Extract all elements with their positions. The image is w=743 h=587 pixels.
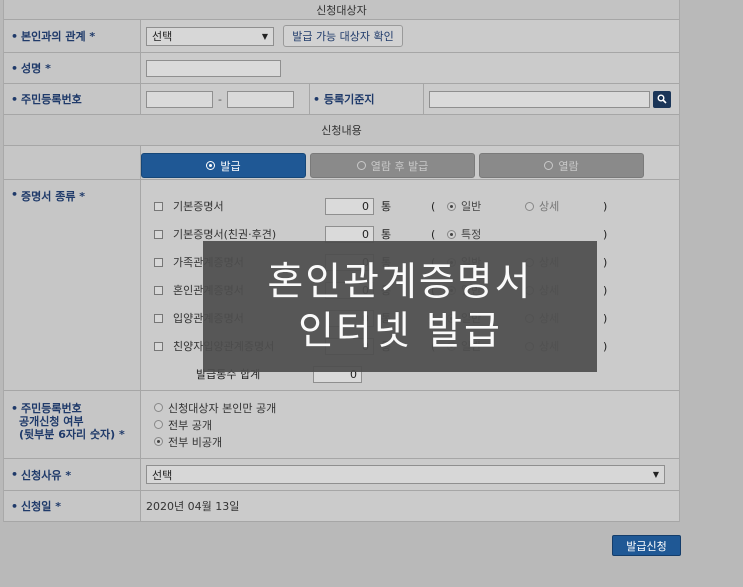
name-row: • 성명 * — [4, 53, 679, 84]
radio-icon — [356, 161, 366, 170]
rrn-row: • 주민등록번호 - • 등록기준지 — [4, 83, 679, 115]
cert-option-1[interactable]: 일반 — [447, 198, 525, 214]
tab-issue[interactable]: 발급 — [141, 153, 306, 178]
reg-base-label: • 등록기준지 — [313, 93, 375, 106]
disclosure-option-none[interactable]: 전부 비공개 — [154, 433, 222, 450]
tab-view[interactable]: 열람 — [479, 153, 644, 178]
paren-close: ) — [603, 255, 608, 269]
paren-close: ) — [603, 227, 608, 241]
cert-option-1[interactable]: 특정 — [447, 226, 525, 242]
cert-item: 기본증명서 0 통 ( 일반 상세) — [154, 197, 674, 215]
reason-select[interactable]: 선택 ▼ — [146, 465, 665, 484]
checkbox[interactable] — [154, 341, 163, 351]
rrn-back-input[interactable] — [226, 90, 294, 108]
relation-row: • 본인과의 관계 * 선택 ▼ 발급 가능 대상자 확인 — [4, 20, 679, 53]
disclosure-option-all[interactable]: 전부 공개 — [154, 416, 212, 433]
divider — [309, 83, 310, 115]
paren-close: ) — [603, 199, 608, 213]
reason-label: • 신청사유 * — [4, 459, 141, 490]
section-content-header: 신청내용 — [4, 115, 679, 146]
checkbox[interactable] — [154, 229, 163, 239]
checkbox[interactable] — [154, 257, 163, 267]
divider — [423, 83, 424, 115]
chevron-down-icon: ▼ — [261, 31, 268, 41]
paren-open: ( — [431, 227, 436, 241]
paren-close: ) — [603, 283, 608, 297]
disclosure-label: • 주민등록번호 공개신청 여부 (뒷부분 6자리 숫자) * — [4, 391, 141, 458]
rrn-label: • 주민등록번호 — [4, 84, 141, 114]
tab-view-then-issue[interactable]: 열람 후 발급 — [310, 153, 475, 178]
submit-button[interactable]: 발급신청 — [612, 535, 681, 556]
radio-icon — [154, 420, 163, 429]
search-icon — [657, 94, 667, 104]
radio-icon — [447, 229, 456, 239]
name-input[interactable] — [146, 59, 281, 77]
cert-option-2[interactable]: 상세 — [525, 198, 603, 214]
checkbox[interactable] — [154, 313, 163, 323]
section-content-title: 신청내용 — [321, 124, 362, 137]
chevron-down-icon: ▼ — [652, 470, 659, 479]
tabs-row: 발급 열람 후 발급 열람 — [4, 146, 679, 179]
name-label: • 성명 * — [4, 53, 141, 83]
date-value: 2020년 04월 13일 — [146, 500, 240, 513]
reason-select-value: 선택 — [152, 468, 173, 482]
paren-open: ( — [431, 199, 436, 213]
cert-name: 기본증명서(친권·후견) — [173, 228, 277, 241]
radio-icon — [525, 201, 534, 211]
section-applicant-title: 신청대상자 — [316, 3, 367, 17]
overlay-line2: 인터넷 발급 — [298, 308, 502, 354]
radio-icon — [206, 161, 216, 170]
date-row: • 신청일 * 2020년 04월 13일 — [4, 491, 679, 522]
paren-close: ) — [603, 311, 608, 325]
radio-icon — [154, 403, 163, 412]
cert-count-input[interactable]: 0 — [325, 197, 374, 215]
paren-close: ) — [603, 339, 608, 353]
rrn-front-input[interactable] — [146, 90, 213, 108]
relation-select[interactable]: 선택 ▼ — [146, 26, 274, 46]
cert-types-label: • 증명서 종류 * — [4, 180, 141, 390]
rrn-dash: - — [218, 92, 222, 106]
title-overlay: 혼인관계증명서 인터넷 발급 — [203, 241, 597, 372]
cert-unit: 통 — [381, 200, 392, 213]
relation-label: • 본인과의 관계 * — [4, 20, 141, 52]
check-eligible-button[interactable]: 발급 가능 대상자 확인 — [283, 25, 403, 47]
radio-icon — [154, 437, 163, 446]
cert-unit: 통 — [381, 228, 392, 241]
overlay-line1: 혼인관계증명서 — [267, 259, 533, 305]
reason-row: • 신청사유 * 선택 ▼ — [4, 459, 679, 491]
cert-name: 기본증명서 — [173, 200, 224, 213]
section-applicant-header: 신청대상자 — [4, 0, 679, 20]
cert-count-input[interactable]: 0 — [325, 225, 374, 243]
checkbox[interactable] — [154, 285, 163, 295]
disclosure-row: • 주민등록번호 공개신청 여부 (뒷부분 6자리 숫자) * 신청대상자 본인만… — [4, 391, 679, 459]
radio-icon — [544, 161, 554, 170]
cert-item: 기본증명서(친권·후견) 0 통 ( 특정) — [154, 225, 674, 243]
search-button[interactable] — [653, 90, 671, 108]
reg-base-input[interactable] — [429, 90, 650, 108]
radio-icon — [447, 201, 456, 211]
disclosure-option-self[interactable]: 신청대상자 본인만 공개 — [154, 399, 276, 416]
date-label: • 신청일 * — [4, 491, 141, 521]
relation-select-value: 선택 — [152, 30, 173, 43]
checkbox[interactable] — [154, 201, 163, 211]
